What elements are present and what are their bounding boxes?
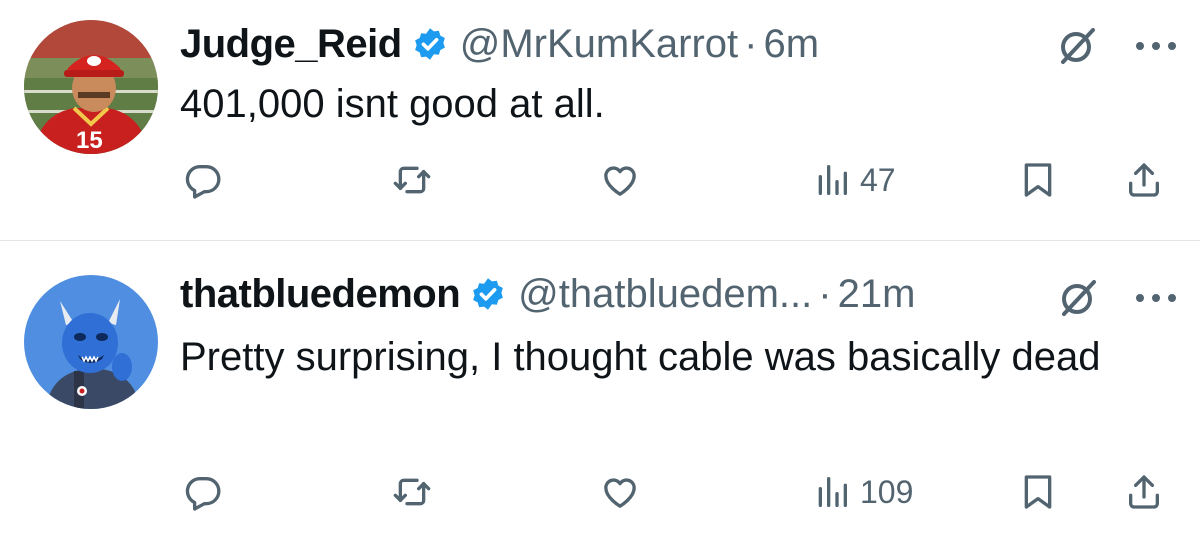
avatar-image <box>24 275 158 409</box>
verified-badge-icon <box>473 278 504 310</box>
repost-icon <box>393 166 431 194</box>
handle[interactable]: @thatbluedem... <box>518 272 812 317</box>
reply-icon <box>185 477 221 511</box>
bookmark-button[interactable] <box>1018 158 1058 202</box>
avatar[interactable] <box>24 275 158 409</box>
bookmark-icon <box>1024 475 1052 509</box>
display-name[interactable]: thatbluedemon <box>180 272 461 317</box>
views-count: 47 <box>860 161 896 198</box>
share-icon <box>1129 475 1159 509</box>
repost-button[interactable] <box>392 158 432 202</box>
tweet-header: thatbluedemon @thatbluedem... · 21m <box>180 268 915 320</box>
repost-button[interactable] <box>392 470 432 514</box>
action-bar: 109 <box>0 470 1200 514</box>
reply-button[interactable] <box>183 470 223 514</box>
tweet[interactable]: thatbluedemon @thatbluedem... · 21m Pret… <box>0 241 1200 539</box>
tweet-text: Pretty surprising, I thought cable was b… <box>180 335 1101 379</box>
reply-icon <box>185 165 221 199</box>
svg-text:15: 15 <box>76 127 103 154</box>
reply-button[interactable] <box>183 158 223 202</box>
share-icon <box>1129 163 1159 197</box>
more-icon[interactable] <box>1134 290 1178 306</box>
views-icon <box>818 165 847 195</box>
timestamp[interactable]: 6m <box>763 22 819 67</box>
bookmark-button[interactable] <box>1018 470 1058 514</box>
separator-dot: · <box>818 271 832 316</box>
bookmark-icon <box>1024 163 1052 197</box>
grok-icon[interactable] <box>1055 24 1099 68</box>
tweet-text: 401,000 isnt good at all. <box>180 82 605 126</box>
views-count: 109 <box>860 473 914 510</box>
views-button[interactable]: 47 <box>812 158 896 202</box>
verified-badge-icon <box>414 28 445 60</box>
like-button[interactable] <box>600 158 640 202</box>
more-icon[interactable] <box>1134 38 1178 54</box>
share-button[interactable] <box>1124 470 1164 514</box>
like-icon <box>604 478 636 508</box>
views-button[interactable]: 109 <box>812 470 913 514</box>
grok-icon[interactable] <box>1056 276 1100 320</box>
handle[interactable]: @MrKumKarrot <box>460 22 738 67</box>
display-name[interactable]: Judge_Reid <box>180 22 402 67</box>
avatar-image: 15 <box>24 20 158 154</box>
action-bar: 47 <box>0 158 1200 202</box>
tweet-header: Judge_Reid @MrKumKarrot · 6m <box>180 18 819 70</box>
share-button[interactable] <box>1124 158 1164 202</box>
like-icon <box>604 166 636 196</box>
timestamp[interactable]: 21m <box>838 272 916 317</box>
tweet[interactable]: 15 Judge_Reid @MrKumKarrot · 6m 401,000 … <box>0 0 1200 240</box>
avatar[interactable]: 15 <box>24 20 158 154</box>
like-button[interactable] <box>600 470 640 514</box>
views-icon <box>818 477 847 507</box>
separator-dot: · <box>744 21 758 66</box>
repost-icon <box>393 478 431 506</box>
